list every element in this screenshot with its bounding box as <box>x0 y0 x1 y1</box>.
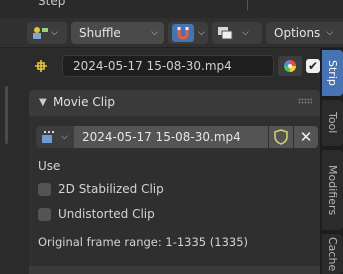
properties-area: Step ⌵ Shuffle ⌵ ⌵ ⌵ Options ⌵ 2024-05-1… <box>0 0 343 274</box>
fake-user-button[interactable] <box>269 126 293 148</box>
close-icon: ✕ <box>299 128 313 146</box>
strip-name-field[interactable]: 2024-05-17 15-08-30.mp4 <box>62 55 274 77</box>
chevron-down-icon: ⌵ <box>198 28 205 38</box>
left-gutter <box>0 48 14 274</box>
overlay-dropdown[interactable]: ⌵ <box>212 22 262 44</box>
overlay-icon <box>216 25 234 41</box>
strip-enabled-checkbox[interactable]: ✔ <box>306 59 320 73</box>
tab-label: Tool <box>326 112 339 134</box>
stabilized-clip-option[interactable]: 2D Stabilized Clip <box>38 180 164 198</box>
tab-tool[interactable]: Tool <box>322 100 343 146</box>
option-label: 2D Stabilized Clip <box>58 182 164 196</box>
panel-title: Movie Clip <box>53 95 115 109</box>
chevron-down-icon: ⌵ <box>326 28 334 38</box>
tab-cache[interactable]: Cache <box>322 234 343 274</box>
triangle-down-icon: ▼ <box>39 97 47 108</box>
checkbox[interactable] <box>38 182 51 196</box>
unlink-button[interactable]: ✕ <box>294 126 318 148</box>
options-label: Options <box>274 26 321 40</box>
strip-name-row: 2024-05-17 15-08-30.mp4 ✔ <box>14 52 320 80</box>
chevron-down-icon: ⌵ <box>51 28 58 38</box>
drag-grip-icon[interactable] <box>298 98 312 104</box>
tab-modifiers[interactable]: Modifiers <box>322 150 343 230</box>
scrollbar[interactable] <box>5 86 8 144</box>
tab-label: Cache <box>326 236 339 272</box>
next-panel-header[interactable] <box>29 266 320 274</box>
chevron-down-icon: ⌵ <box>242 28 249 38</box>
sequencer-header: ⌵ Shuffle ⌵ ⌵ ⌵ Options ⌵ <box>0 18 343 48</box>
checkmark-icon: ✔ <box>307 59 319 73</box>
option-label: Undistorted Clip <box>58 207 155 221</box>
chevron-down-icon: ⌵ <box>61 132 68 142</box>
tab-label: Modifiers <box>326 164 339 216</box>
magnet-snap-icon <box>172 24 194 42</box>
sequencer-view-icon <box>31 25 51 41</box>
strip-transform-icon <box>34 59 48 73</box>
use-label: Use <box>38 159 61 173</box>
options-dropdown[interactable]: Options ⌵ <box>266 22 343 44</box>
tab-strip[interactable]: Strip <box>322 50 343 96</box>
step-label: Step <box>38 0 66 8</box>
top-panel-strip: Step <box>0 0 343 18</box>
divider <box>247 0 248 10</box>
pivot-point-dropdown[interactable]: Shuffle ⌵ <box>71 22 164 44</box>
frame-range-info: Original frame range: 1-1335 (1335) <box>38 235 249 249</box>
strip-color-button[interactable] <box>278 56 302 76</box>
snap-dropdown[interactable]: ⌵ <box>168 22 208 44</box>
clip-selector: ⌵ 2024-05-17 15-08-30.mp4 ✕ <box>36 125 318 149</box>
checkbox[interactable] <box>38 207 51 221</box>
clip-name-field[interactable]: 2024-05-17 15-08-30.mp4 <box>74 126 268 148</box>
undistorted-clip-option[interactable]: Undistorted Clip <box>38 205 155 223</box>
view-type-dropdown[interactable]: ⌵ <box>27 22 67 44</box>
color-wheel-icon <box>283 59 297 73</box>
chevron-down-icon: ⌵ <box>151 28 158 38</box>
movie-clip-panel-header[interactable]: ▼ Movie Clip <box>29 90 320 116</box>
clip-browse-dropdown[interactable]: ⌵ <box>36 126 74 148</box>
pivot-point-label: Shuffle <box>79 26 121 40</box>
shield-icon <box>274 129 288 145</box>
movie-clip-browse-icon <box>40 129 60 145</box>
tab-label: Strip <box>326 60 339 86</box>
